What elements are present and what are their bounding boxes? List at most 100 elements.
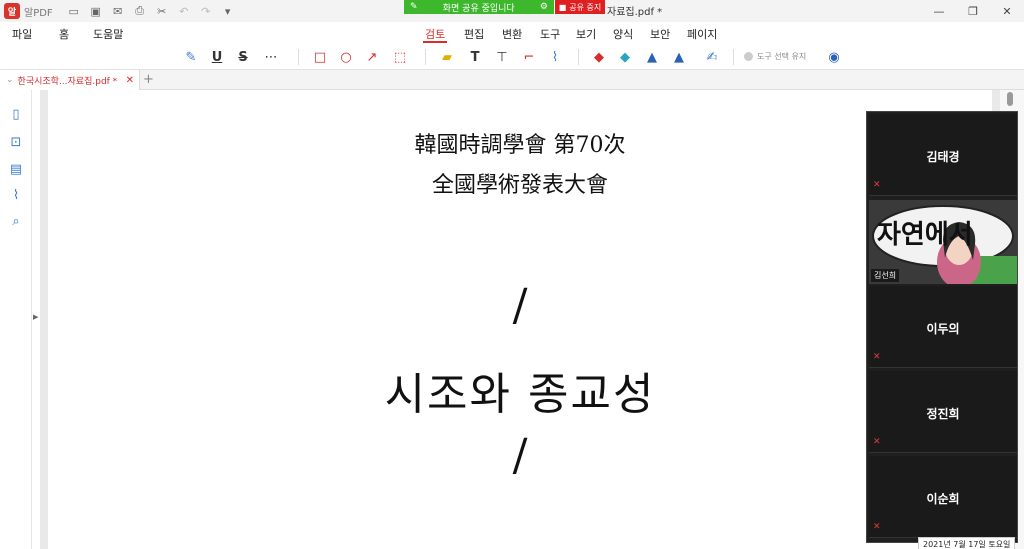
share-status-text: 화면 공유 중입니다 bbox=[442, 3, 515, 14]
app-name: 알PDF bbox=[24, 7, 53, 19]
video-participants-panel: 김태경 ✕ 자연에서 김선희 이두의 ✕ 정진희 ✕ 이순희 ✕ bbox=[866, 111, 1018, 543]
pdf-page: 韓國時調學會 第70次 全國學術發表大會 / 시조와 종교성 / bbox=[48, 90, 992, 549]
strikethrough-icon[interactable]: S bbox=[234, 48, 252, 66]
new-tab-button[interactable]: + bbox=[143, 72, 154, 87]
save-icon[interactable]: ▣ bbox=[85, 0, 107, 22]
document-heading-line1: 韓國時調學會 第70次 bbox=[414, 133, 626, 158]
quick-menu-icon[interactable]: ▾ bbox=[217, 0, 239, 22]
open-folder-icon[interactable]: ▭ bbox=[63, 0, 85, 22]
eraser-red-icon[interactable]: ◆ bbox=[590, 48, 608, 66]
mic-muted-icon: ✕ bbox=[873, 352, 881, 362]
shapes-dropdown-icon[interactable]: ⬚ bbox=[391, 48, 409, 66]
mic-muted-icon: ✕ bbox=[873, 437, 881, 447]
document-slash-top: / bbox=[512, 280, 528, 331]
keep-tool-toggle[interactable]: 도구 선택 유지 bbox=[744, 51, 806, 62]
menu-home[interactable]: 홈 bbox=[59, 26, 69, 42]
tab-tools[interactable]: 도구 bbox=[540, 26, 560, 42]
share-controls-icon[interactable]: ⚙ bbox=[540, 2, 548, 12]
tab-edit[interactable]: 편집 bbox=[464, 26, 484, 42]
check-icon bbox=[744, 52, 753, 61]
toolbar-divider bbox=[425, 49, 426, 65]
left-sidebar: ▯ ⊡ ▤ ⌇ ⌕ bbox=[0, 90, 32, 549]
document-title: 자료집.pdf * bbox=[607, 7, 663, 18]
sticky-note-icon[interactable]: ▰ bbox=[438, 48, 456, 66]
tab-close-icon[interactable]: ✕ bbox=[126, 75, 134, 86]
tab-form[interactable]: 양식 bbox=[613, 26, 633, 42]
search-icon[interactable]: ⌕ bbox=[8, 213, 24, 229]
bookmark-icon[interactable]: ⊡ bbox=[8, 134, 24, 150]
toolbar-divider bbox=[578, 49, 579, 65]
restore-icon[interactable]: ❐ bbox=[956, 0, 990, 22]
app-window: 알 알PDF ▭ ▣ ✉ ⎙ ✂ ↶ ↷ ▾ ✎ 화면 공유 중입니다 ⚙ ■ … bbox=[0, 0, 1024, 549]
tab-security[interactable]: 보안 bbox=[650, 26, 670, 42]
participant-tile[interactable]: 정진희 ✕ bbox=[869, 371, 1017, 453]
tab-view[interactable]: 보기 bbox=[576, 26, 596, 42]
app-logo-icon: 알 bbox=[4, 3, 20, 19]
attach-icon[interactable]: ⌇ bbox=[546, 48, 564, 66]
text-icon[interactable]: T bbox=[466, 48, 484, 66]
scroll-thumb[interactable] bbox=[1007, 92, 1013, 106]
participant-name: 이두의 bbox=[926, 322, 960, 336]
chevron-down-icon[interactable]: ⌄ bbox=[6, 75, 14, 85]
redo-icon[interactable]: ↷ bbox=[195, 0, 217, 22]
document-view[interactable]: 韓國時調學會 第70次 全國學術發表大會 / 시조와 종교성 / bbox=[40, 90, 1000, 549]
mic-muted-icon: ✕ bbox=[873, 180, 881, 190]
participant-name: 이순희 bbox=[926, 492, 960, 506]
toolbar-divider bbox=[298, 49, 299, 65]
underline-icon[interactable]: U bbox=[208, 48, 226, 66]
participant-tile[interactable]: 김태경 ✕ bbox=[869, 114, 1017, 196]
document-main-title: 시조와 종교성 bbox=[384, 369, 656, 420]
participant-name: 김선희 bbox=[871, 269, 900, 282]
scissors-icon[interactable]: ✂ bbox=[151, 0, 173, 22]
sidebar-expand-icon[interactable]: ▶ bbox=[33, 313, 38, 321]
menu-help[interactable]: 도움말 bbox=[93, 26, 123, 42]
title-bar: 알 알PDF ▭ ▣ ✉ ⎙ ✂ ↶ ↷ ▾ ✎ 화면 공유 중입니다 ⚙ ■ … bbox=[0, 0, 1024, 22]
tab-page[interactable]: 페이지 bbox=[687, 26, 717, 42]
participant-name: 김태경 bbox=[926, 150, 960, 164]
highlighter-icon[interactable]: ✎ bbox=[182, 48, 200, 66]
screen-share-banner: ✎ 화면 공유 중입니다 ⚙ bbox=[404, 0, 554, 14]
eye-icon[interactable]: ◉ bbox=[825, 48, 843, 66]
document-tab[interactable]: ⌄ 한국시조학...자료집.pdf * ✕ bbox=[0, 70, 140, 90]
panel-icon[interactable]: ▯ bbox=[8, 106, 24, 122]
keep-tool-label: 도구 선택 유지 bbox=[757, 52, 807, 61]
document-tab-bar: ⌄ 한국시조학...자료집.pdf * ✕ + bbox=[0, 70, 1024, 90]
video-sign-text: 자연에서 bbox=[877, 220, 973, 250]
attachment-icon[interactable]: ⌇ bbox=[8, 187, 24, 203]
eraser-teal-icon[interactable]: ◆ bbox=[616, 48, 634, 66]
stop-share-button[interactable]: ■ 공유 중지 bbox=[555, 0, 605, 14]
document-slash-bottom: / bbox=[512, 430, 528, 481]
window-controls: — ❐ ✕ bbox=[922, 0, 1024, 22]
document-tab-label: 한국시조학...자료집.pdf * bbox=[17, 76, 118, 87]
participant-tile[interactable]: 이순희 ✕ bbox=[869, 456, 1017, 538]
undo-icon[interactable]: ↶ bbox=[173, 0, 195, 22]
tab-convert[interactable]: 변환 bbox=[502, 26, 522, 42]
stop-icon: ■ bbox=[558, 2, 567, 12]
document-heading-line2: 全國學術發表大會 bbox=[431, 173, 608, 198]
sign-icon[interactable]: ✍ bbox=[703, 48, 721, 66]
print-icon[interactable]: ⎙ bbox=[129, 0, 151, 22]
menu-bar: 파일 홈 도움말 검토 편집 변환 도구 보기 양식 보안 페이지 bbox=[0, 22, 1024, 44]
rectangle-icon[interactable]: □ bbox=[311, 48, 329, 66]
menu-file[interactable]: 파일 bbox=[12, 26, 32, 42]
participant-video-tile[interactable]: 자연에서 김선희 bbox=[869, 200, 1017, 284]
stamp-icon[interactable]: ▲ bbox=[643, 48, 661, 66]
more-markup-icon[interactable]: ⋯ bbox=[262, 48, 280, 66]
tab-review[interactable]: 검토 bbox=[422, 26, 448, 43]
stamp-dropdown-icon[interactable]: ▲ bbox=[670, 48, 688, 66]
toolbar-divider bbox=[733, 49, 734, 65]
participant-name: 정진희 bbox=[926, 407, 960, 421]
close-icon[interactable]: ✕ bbox=[990, 0, 1024, 22]
textbox-icon[interactable]: ⊤ bbox=[493, 48, 511, 66]
participant-tile[interactable]: 이두의 ✕ bbox=[869, 286, 1017, 368]
arrow-icon[interactable]: ↗ bbox=[363, 48, 381, 66]
ellipse-icon[interactable]: ○ bbox=[337, 48, 355, 66]
comment-icon[interactable]: ▤ bbox=[8, 161, 24, 177]
review-toolbar: ✎ U S ⋯ □ ○ ↗ ⬚ ▰ T ⊤ ⌐ ⌇ ◆ ◆ ▲ ▲ ✍ 도구 선… bbox=[0, 44, 1024, 70]
minimize-icon[interactable]: — bbox=[922, 0, 956, 22]
callout-icon[interactable]: ⌐ bbox=[520, 48, 538, 66]
date-stamp: 2021년 7월 17일 토요일 bbox=[918, 537, 1016, 549]
mail-icon[interactable]: ✉ bbox=[107, 0, 129, 22]
share-pin-icon: ✎ bbox=[410, 2, 418, 12]
stop-share-label: 공유 중지 bbox=[569, 2, 602, 12]
